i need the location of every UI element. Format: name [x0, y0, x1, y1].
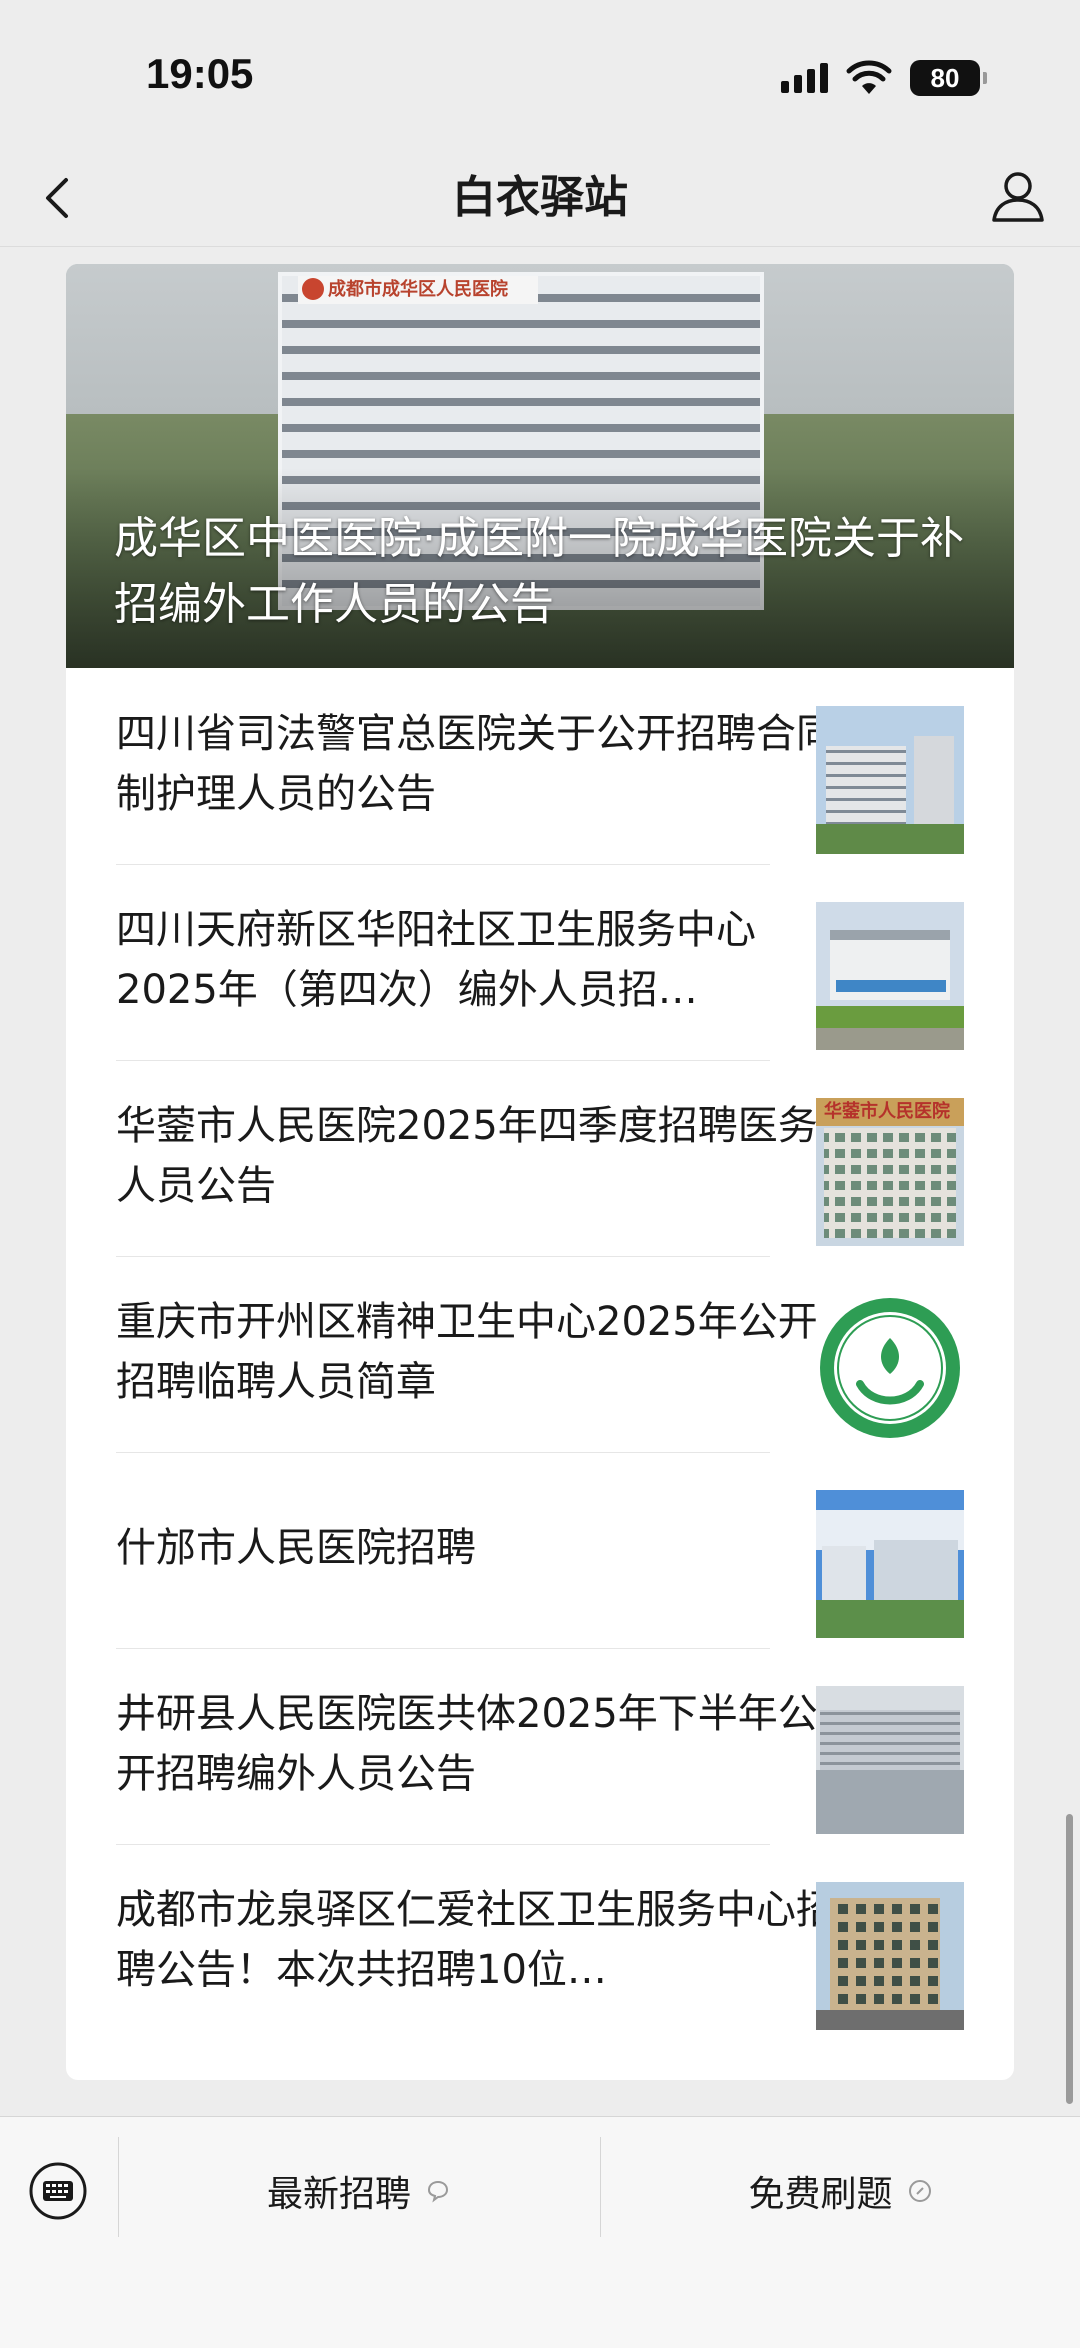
menu-label: 最新招聘: [266, 2174, 411, 2215]
menu-free-quiz[interactable]: 免费刷题: [601, 2153, 1080, 2229]
hospital-building-thumb: [816, 706, 964, 854]
keyboard-icon[interactable]: [28, 2161, 88, 2221]
hero-building-sign-text: 成都市成华区人民医院: [328, 279, 508, 300]
wifi-icon: [846, 60, 892, 94]
list-item[interactable]: 重庆市开州区精神卫生中心2025年公开招聘临聘人员简章: [66, 1256, 1014, 1452]
battery-icon: 80: [910, 60, 987, 96]
article-title: 井研县人民医院医共体2025年下半年公开招聘编外人员公告: [116, 1691, 818, 1797]
status-icons: 80: [781, 58, 987, 98]
divider: [116, 1648, 770, 1649]
article-title: 成都市龙泉驿区仁爱社区卫生服务中心招聘公告！本次共招聘10位…: [116, 1887, 836, 1993]
divider: [116, 1060, 770, 1061]
divider: [116, 864, 770, 865]
signal-icon: [781, 63, 828, 93]
status-time: 19:05: [146, 50, 254, 97]
jingyan-hospital-thumb: [816, 1686, 964, 1834]
featured-article[interactable]: 成都市成华区人民医院 成华区中医医院·成医附一院成华医院关于补招编外工作人员的公…: [66, 264, 1014, 668]
list-item[interactable]: 井研县人民医院医共体2025年下半年公开招聘编外人员公告: [66, 1648, 1014, 1844]
status-bar: 19:05 80: [0, 0, 1080, 150]
menu-latest-jobs[interactable]: 最新招聘: [119, 2153, 599, 2229]
battery-level: 80: [930, 62, 960, 93]
divider: [116, 1256, 770, 1257]
article-card: 成都市成华区人民医院 成华区中医医院·成医附一院成华医院关于补招编外工作人员的公…: [66, 264, 1014, 2080]
divider: [116, 1844, 770, 1845]
menu-label: 免费刷题: [748, 2174, 893, 2215]
article-list: 四川省司法警官总医院关于公开招聘合同制护理人员的公告 四川天府新区华阳社区卫生服…: [66, 668, 1014, 2040]
shifang-hospital-thumb: [816, 1490, 964, 1638]
thumb-sign-text: 华蓥市人民医院: [824, 1101, 950, 1122]
scrollbar[interactable]: [1066, 1814, 1073, 2104]
page-title: 白衣驿站: [452, 172, 628, 223]
community-health-center-thumb: [816, 902, 964, 1050]
bottom-menu: 最新招聘 免费刷题: [0, 2116, 1080, 2348]
list-item[interactable]: 四川省司法警官总医院关于公开招聘合同制护理人员的公告: [66, 668, 1014, 864]
list-item[interactable]: 什邡市人民医院招聘: [66, 1452, 1014, 1648]
article-title: 重庆市开州区精神卫生中心2025年公开招聘临聘人员简章: [116, 1299, 818, 1405]
article-title: 四川天府新区华阳社区卫生服务中心2025年（第四次）编外人员招…: [116, 907, 756, 1013]
article-title: 四川省司法警官总医院关于公开招聘合同制护理人员的公告: [116, 711, 836, 817]
list-item[interactable]: 成都市龙泉驿区仁爱社区卫生服务中心招聘公告！本次共招聘10位…: [66, 1844, 1014, 2040]
article-title: 什邡市人民医院招聘: [116, 1525, 476, 1571]
user-icon[interactable]: [986, 164, 1050, 228]
chat-bubble-icon: [427, 2180, 449, 2203]
hospital-logo-icon: [302, 278, 324, 300]
nav-bar: 白衣驿站: [0, 150, 1080, 247]
huaying-hospital-thumb: 华蓥市人民医院: [816, 1098, 964, 1246]
renai-center-thumb: [816, 1882, 964, 2030]
divider: [116, 1452, 770, 1453]
list-item[interactable]: 四川天府新区华阳社区卫生服务中心2025年（第四次）编外人员招…: [66, 864, 1014, 1060]
featured-title: 成华区中医医院·成医附一院成华医院关于补招编外工作人员的公告: [114, 513, 964, 630]
link-icon: [908, 2180, 931, 2202]
list-item[interactable]: 华蓥市人民医院2025年四季度招聘医务人员公告 华蓥市人民医院: [66, 1060, 1014, 1256]
article-title: 华蓥市人民医院2025年四季度招聘医务人员公告: [116, 1103, 818, 1209]
kaizhou-logo-thumb: [816, 1294, 964, 1442]
